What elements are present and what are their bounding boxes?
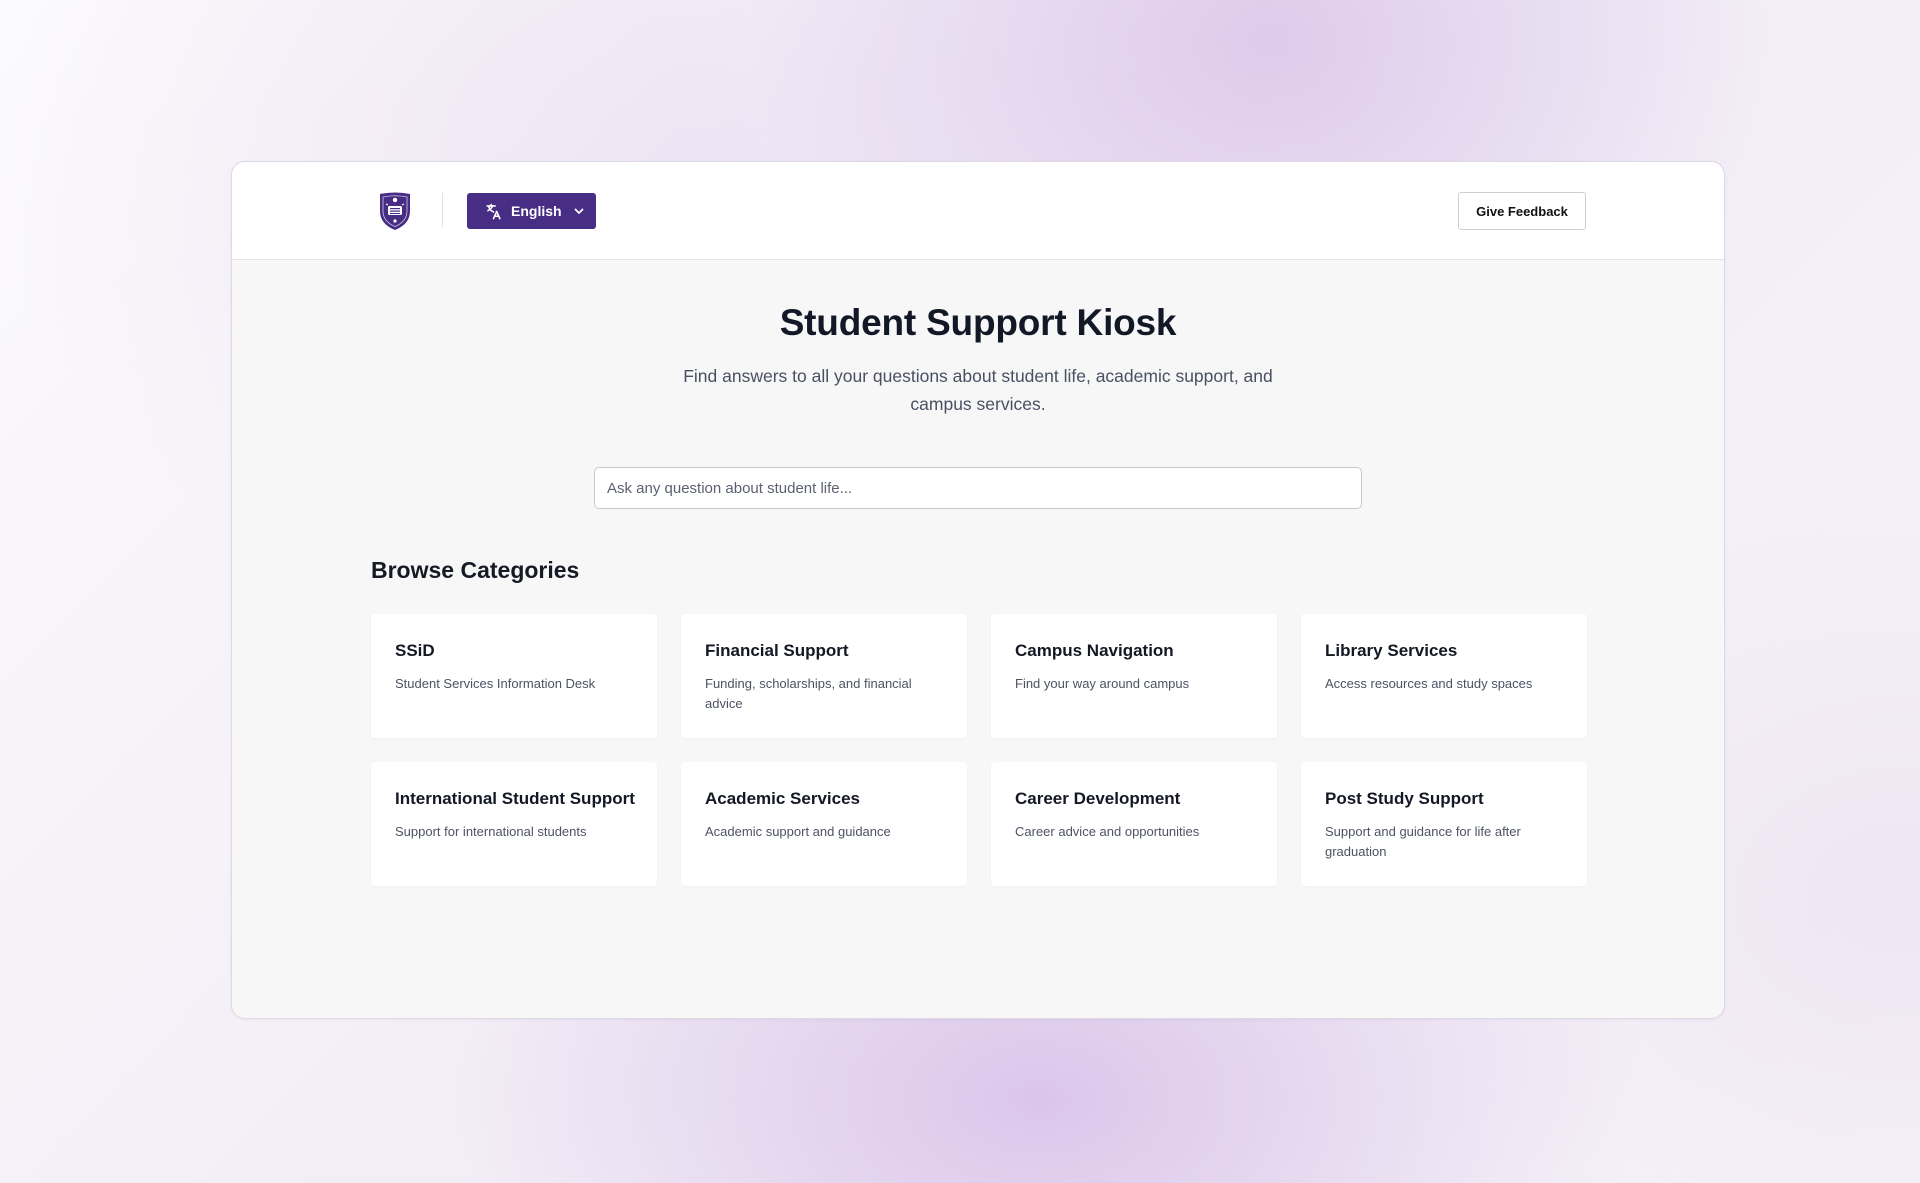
category-title: Academic Services [705, 789, 860, 808]
category-description: Support and guidance for life after grad… [1325, 824, 1521, 859]
category-card-career-development[interactable]: Career Development Career advice and opp… [991, 762, 1277, 886]
browse-categories-heading: Browse Categories [371, 557, 580, 583]
category-card-international-student-support[interactable]: International Student Support Support fo… [371, 762, 657, 886]
category-card-financial-support[interactable]: Financial Support Funding, scholarships,… [681, 614, 967, 738]
give-feedback-button[interactable]: Give Feedback [1458, 192, 1586, 230]
category-description: Student Services Information Desk [395, 676, 596, 691]
categories-grid: SSiD Student Services Information Desk F… [371, 614, 1587, 886]
language-selector-button[interactable]: English [467, 193, 596, 229]
category-description: Career advice and opportunities [1015, 824, 1200, 839]
category-title: Financial Support [705, 641, 849, 660]
chevron-down-icon [574, 208, 583, 214]
category-title: Career Development [1015, 789, 1181, 808]
language-label: English [511, 203, 562, 219]
translate-icon [486, 203, 501, 219]
search-input[interactable] [595, 468, 1361, 508]
kiosk-window: English Give Feedback Student Support Ki… [231, 161, 1725, 1019]
category-description: Access resources and study spaces [1325, 676, 1533, 691]
category-card-campus-navigation[interactable]: Campus Navigation Find your way around c… [991, 614, 1277, 738]
category-card-library-services[interactable]: Library Services Access resources and st… [1301, 614, 1587, 738]
search-box[interactable] [594, 467, 1362, 509]
category-title: Library Services [1325, 641, 1458, 660]
header-divider [442, 193, 443, 227]
category-description: Support for international students [395, 824, 587, 839]
top-bar: English Give Feedback [232, 162, 1724, 260]
page-subtitle: Find answers to all your questions about… [683, 366, 1273, 414]
category-title: International Student Support [395, 789, 635, 808]
category-description: Find your way around campus [1015, 676, 1190, 691]
category-card-post-study-support[interactable]: Post Study Support Support and guidance … [1301, 762, 1587, 886]
category-title: SSiD [395, 641, 435, 660]
category-description: Funding, scholarships, and financial adv… [705, 676, 912, 711]
university-crest-icon[interactable] [378, 191, 412, 231]
category-description: Academic support and guidance [705, 824, 891, 839]
category-card-academic-services[interactable]: Academic Services Academic support and g… [681, 762, 967, 886]
page-title: Student Support Kiosk [779, 302, 1177, 343]
category-card-ssid[interactable]: SSiD Student Services Information Desk [371, 614, 657, 738]
category-title: Post Study Support [1325, 789, 1484, 808]
category-title: Campus Navigation [1015, 641, 1174, 660]
